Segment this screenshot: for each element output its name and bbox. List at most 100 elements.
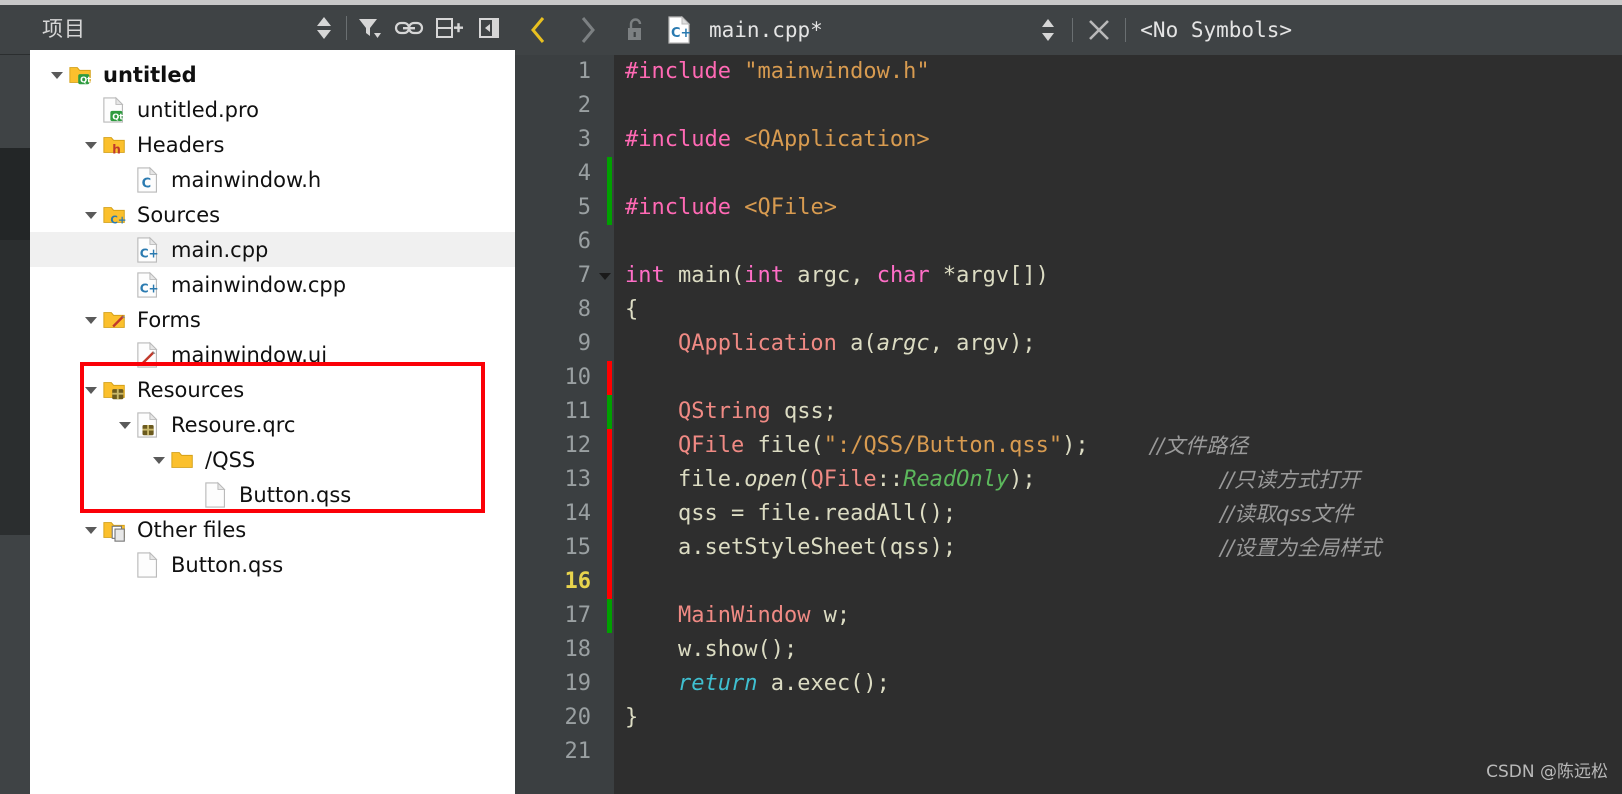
code-surface[interactable]: 1 #include "mainwindow.h" 2 3 #include <QApp… [515,55,1622,794]
tree-item-label: Other files [137,517,247,542]
filter-icon[interactable] [349,8,389,48]
symbol-selector[interactable]: <No Symbols> [1140,18,1292,42]
editor-toolbar: C+ main.cpp* <No Symbols> [515,5,1622,55]
svg-text:Qt: Qt [112,111,123,121]
code-text: qss = file.readAll(); [625,497,956,531]
code-line[interactable]: 3 #include <QApplication> [515,123,1622,157]
plain-file-icon [204,477,230,512]
code-line[interactable]: 4 [515,157,1622,191]
tree-item-label: /QSS [205,447,256,472]
code-line[interactable]: 8{ [515,293,1622,327]
chevron-down-icon[interactable] [114,407,136,442]
split-add-icon[interactable] [429,8,469,48]
code-text: w.show(); [625,633,797,667]
tree-item[interactable]: Cmainwindow.h [30,162,515,197]
chevron-down-icon[interactable] [80,302,102,337]
line-number: 9 [577,331,591,356]
svg-text:C+: C+ [140,246,159,260]
go-back-icon[interactable] [515,5,563,55]
ui-file-icon [136,337,162,372]
code-line[interactable]: 16 [515,565,1622,599]
code-comment: //设置为全局样式 [1220,536,1382,560]
code-line[interactable]: 7 int main(int argc, char *argv[]) [515,259,1622,293]
tree-item[interactable]: Button.qss [30,477,515,512]
code-line[interactable]: 18 w.show(); [515,633,1622,667]
fold-toggle-icon[interactable] [597,259,613,293]
tree-item[interactable]: Resources [30,372,515,407]
chevron-down-icon[interactable] [80,372,102,407]
code-line[interactable]: 9 QApplication a(argc, argv); [515,327,1622,361]
code-line[interactable]: 10 [515,361,1622,395]
mode-bar-segment-middle[interactable] [0,240,30,535]
go-forward-icon[interactable] [563,5,611,55]
code-token: argc [876,331,930,356]
code-text: #include <QFile> [625,191,837,225]
plain-file-icon [136,547,162,582]
line-number: 20 [564,705,592,730]
code-token: MainWindow [677,603,811,628]
chevron-down-icon[interactable] [148,442,170,477]
code-line[interactable]: 15 a.setStyleSheet(qss); //设置为全局样式 [515,531,1622,565]
code-text: file.open(QFile::ReadOnly); [625,463,1036,497]
tree-item[interactable]: Button.qss [30,547,515,582]
code-token: ); [1062,433,1089,458]
mode-bar-segment-active[interactable] [0,148,30,240]
sync-with-editor-icon[interactable] [304,8,344,48]
change-marker [607,497,612,531]
tree-item[interactable]: mainwindow.ui [30,337,515,372]
code-line[interactable]: 11 QString qss; [515,395,1622,429]
tree-item[interactable]: C+ mainwindow.cpp [30,267,515,302]
code-line[interactable]: 21 [515,735,1622,769]
project-tree[interactable]: Qt untitled Qt untitled.pro h Headers Cmain… [30,50,515,794]
headers-folder-icon: h [102,127,128,162]
editor-filename[interactable]: main.cpp* [709,18,823,42]
svg-text:C+: C+ [140,281,159,295]
cpp-file-icon: C+ [659,5,699,55]
chevron-down-icon[interactable] [46,57,68,92]
tree-item[interactable]: Qt untitled.pro [30,92,515,127]
code-line[interactable]: 1 #include "mainwindow.h" [515,55,1622,89]
cpp-file-icon: C+ [136,267,162,302]
line-number: 16 [564,569,592,594]
code-text: { [625,293,638,327]
code-line[interactable]: 2 [515,89,1622,123]
document-selector-icon[interactable] [1026,5,1070,55]
code-token: QString [677,399,771,424]
tree-item[interactable]: C+ main.cpp [30,232,515,267]
tree-item-label: mainwindow.h [171,167,322,192]
chevron-down-icon[interactable] [80,127,102,162]
chevron-down-icon[interactable] [80,512,102,547]
code-line[interactable]: 13 file.open(QFile::ReadOnly); //只读方式打开 [515,463,1622,497]
tree-item[interactable]: C+ Sources [30,197,515,232]
code-line[interactable]: 17 MainWindow w; [515,599,1622,633]
mode-bar-segment-lower[interactable] [0,535,30,794]
tree-item[interactable]: Forms [30,302,515,337]
tree-item[interactable]: Qt untitled [30,57,515,92]
code-line[interactable]: 20} [515,701,1622,735]
tree-item[interactable]: /QSS [30,442,515,477]
chevron-down-icon[interactable] [80,197,102,232]
project-panel-header: 项目 [30,5,515,50]
lock-icon[interactable] [611,5,659,55]
mode-selector-bar[interactable] [0,5,30,794]
code-token: #include [625,59,731,84]
code-line[interactable]: 14 qss = file.readAll(); //读取qss文件 [515,497,1622,531]
code-text: #include "mainwindow.h" [625,55,930,89]
link-icon[interactable] [389,8,429,48]
tree-item-label: Button.qss [239,482,352,507]
tree-item[interactable]: h Headers [30,127,515,162]
code-lines[interactable]: 1 #include "mainwindow.h" 2 3 #include <QApp… [515,55,1622,794]
code-line[interactable]: 12 QFile file(":/QSS/Button.qss"); //文件路径 [515,429,1622,463]
code-line[interactable]: 6 [515,225,1622,259]
close-document-icon[interactable] [1075,5,1123,55]
tree-item-label: Button.qss [171,552,284,577]
line-number: 13 [564,467,592,492]
code-line[interactable]: 19 return a.exec(); [515,667,1622,701]
code-line[interactable]: 5 #include <QFile> [515,191,1622,225]
tree-item[interactable]: Other files [30,512,515,547]
tree-item[interactable]: Resoure.qrc [30,407,515,442]
collapse-panel-icon[interactable] [469,8,509,48]
svg-text:h: h [112,142,121,156]
line-number: 14 [564,501,592,526]
